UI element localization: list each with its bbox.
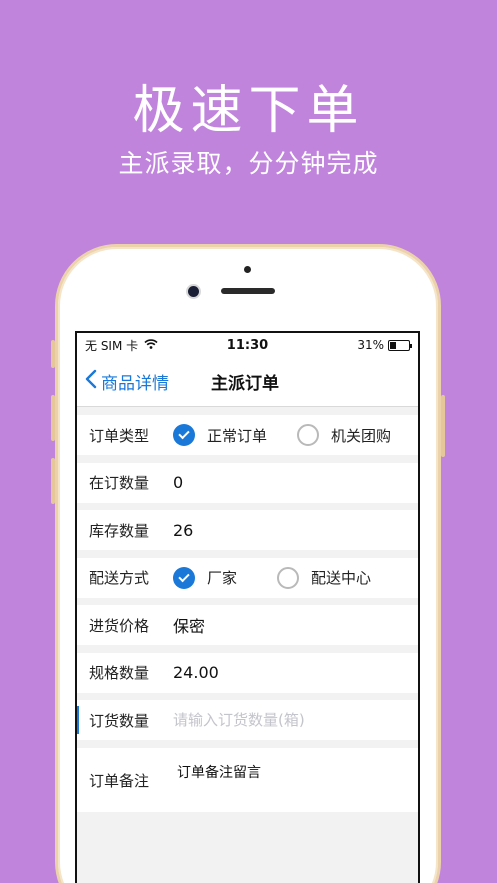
unchecked-radio-icon [297, 424, 320, 446]
phone-volume-down [51, 458, 55, 504]
promo-title: 极速下单 [132, 81, 365, 141]
order-type-group-purchase-radio[interactable]: 机关团购 [297, 424, 391, 446]
delivery-row: 配送方式 厂家 配送中心 [77, 557, 418, 598]
earpiece-speaker [221, 288, 275, 294]
spec-qty-label: 规格数量 [89, 664, 150, 682]
phone-mute-switch [51, 340, 55, 368]
checked-radio-icon [173, 424, 195, 446]
order-qty-row: 订货数量 [77, 700, 418, 740]
order-type-label: 订单类型 [89, 426, 150, 445]
remark-row: 订单备注 订单备注留言 [77, 747, 418, 812]
phone-power-button [441, 395, 445, 457]
phone-volume-up [51, 395, 55, 441]
phone-screen: 无 SIM 卡 11:30 31% 商品详情 主派订单 订单类型 正常订单 机关… [75, 331, 420, 883]
delivery-label: 配送方式 [89, 569, 150, 587]
order-form: 订单类型 正常订单 机关团购 在订数量 0 库存数量 26 配送方式 厂家 配送… [77, 407, 418, 812]
checked-radio-icon [173, 566, 195, 589]
order-qty-label: 订货数量 [89, 711, 150, 730]
purchase-price-row: 进货价格 保密 [77, 605, 418, 645]
delivery-factory-label: 厂家 [207, 569, 238, 587]
order-type-normal-label: 正常订单 [207, 426, 268, 445]
front-camera [188, 286, 199, 297]
unchecked-radio-icon [277, 566, 300, 589]
status-bar: 无 SIM 卡 11:30 31% [77, 333, 418, 357]
back-button-label: 商品详情 [101, 374, 169, 394]
order-qty-input[interactable] [173, 711, 393, 729]
battery-level-fill [390, 341, 396, 349]
delivery-center-radio[interactable]: 配送中心 [277, 566, 372, 589]
spec-qty-row: 规格数量 24.00 [77, 652, 418, 693]
on-order-qty-row: 在订数量 0 [77, 462, 418, 503]
chevron-left-icon [85, 368, 97, 394]
order-type-radio-group: 正常订单 机关团购 [173, 424, 391, 446]
on-order-qty-label: 在订数量 [89, 474, 150, 492]
stock-qty-row: 库存数量 26 [77, 510, 418, 550]
navigation-bar: 商品详情 主派订单 [77, 357, 418, 407]
battery-icon [388, 339, 412, 351]
on-order-qty-value: 0 [173, 473, 184, 492]
delivery-radio-group: 厂家 配送中心 [173, 566, 372, 589]
spec-qty-value: 24.00 [173, 663, 219, 682]
order-type-normal-radio[interactable]: 正常订单 [173, 424, 267, 446]
battery-percent: 31% [357, 338, 384, 352]
remark-textarea[interactable]: 订单备注留言 [173, 747, 393, 804]
proximity-sensor [244, 266, 251, 273]
delivery-center-label: 配送中心 [311, 569, 372, 587]
stock-qty-label: 库存数量 [89, 521, 150, 540]
page-title: 主派订单 [211, 374, 279, 394]
delivery-factory-radio[interactable]: 厂家 [173, 566, 238, 589]
stock-qty-value: 26 [173, 520, 194, 540]
back-button[interactable]: 商品详情 [77, 369, 169, 395]
purchase-price-label: 进货价格 [89, 616, 150, 635]
promo-subtitle: 主派录取，分分钟完成 [118, 149, 379, 178]
remark-label: 订单备注 [89, 771, 150, 790]
order-type-row: 订单类型 正常订单 机关团购 [77, 415, 418, 455]
purchase-price-value: 保密 [173, 617, 206, 636]
order-type-group-purchase-label: 机关团购 [331, 426, 392, 445]
